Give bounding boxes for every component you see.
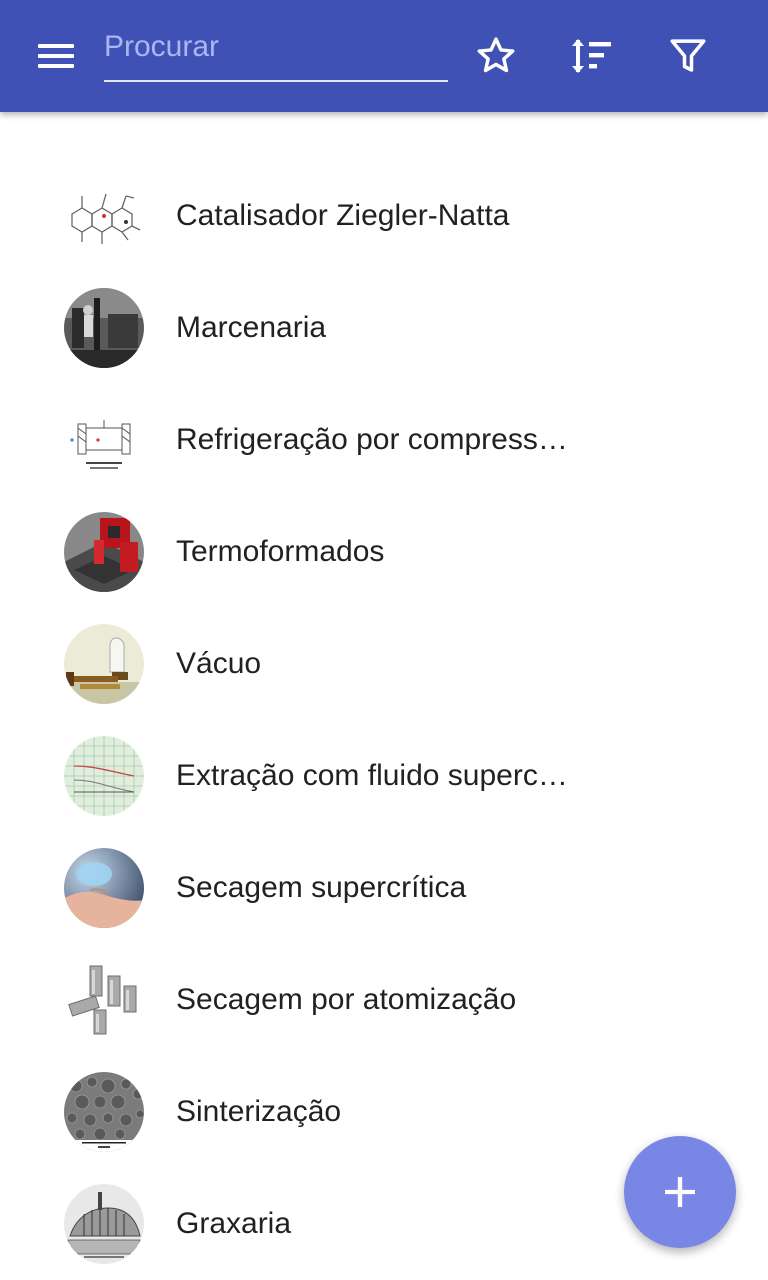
item-title: Secagem por atomização — [176, 983, 517, 1016]
atomizer-nozzles-thumbnail — [64, 960, 144, 1040]
phase-chart-thumbnail — [64, 736, 144, 816]
item-title: Vácuo — [176, 647, 262, 680]
app-bar — [0, 0, 768, 112]
rendering-plant-drawing-thumbnail — [64, 1184, 144, 1264]
item-title: Graxaria — [176, 1207, 292, 1240]
thermoforming-machine-thumbnail — [64, 512, 144, 592]
list-item[interactable]: Vácuo — [0, 608, 768, 720]
sinter-pellets-thumbnail — [64, 1072, 144, 1152]
list-item[interactable]: Catalisador Ziegler-Natta — [0, 160, 768, 272]
filter-icon[interactable] — [660, 28, 716, 84]
refrigeration-diagram-thumbnail — [64, 400, 144, 480]
item-title: Catalisador Ziegler-Natta — [176, 199, 510, 232]
star-outline-icon[interactable] — [468, 28, 524, 84]
list-item[interactable]: Refrigeração por compress… — [0, 384, 768, 496]
list-item[interactable]: Secagem por atomização — [0, 944, 768, 1056]
list-item[interactable]: Secagem supercrítica — [0, 832, 768, 944]
search-input[interactable] — [104, 24, 448, 82]
item-title: Extração com fluido superc… — [176, 759, 568, 792]
vacuum-apparatus-thumbnail — [64, 624, 144, 704]
list-item[interactable]: Termoformados — [0, 496, 768, 608]
plus-icon — [665, 1177, 695, 1207]
item-title: Secagem supercrítica — [176, 871, 467, 904]
article-list: Catalisador Ziegler-Natta Marcenaria Ref… — [0, 160, 768, 1280]
item-title: Termoformados — [176, 535, 385, 568]
aerogel-hand-thumbnail — [64, 848, 144, 928]
list-item[interactable]: Marcenaria — [0, 272, 768, 384]
menu-icon[interactable] — [24, 32, 88, 80]
list-item[interactable]: Extração com fluido superc… — [0, 720, 768, 832]
add-button[interactable] — [624, 1136, 736, 1248]
item-title: Refrigeração por compress… — [176, 423, 568, 456]
sort-icon[interactable] — [564, 28, 620, 84]
item-title: Sinterização — [176, 1095, 342, 1128]
item-title: Marcenaria — [176, 311, 327, 344]
chemical-structure-thumbnail — [64, 176, 144, 256]
workshop-photo-thumbnail — [64, 288, 144, 368]
